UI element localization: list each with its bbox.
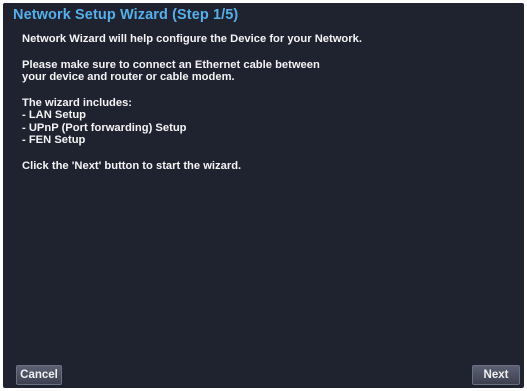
next-button[interactable]: Next [472,365,520,385]
start-hint: Click the 'Next' button to start the wiz… [22,160,510,173]
includes-item-fen: - FEN Setup [22,134,86,146]
dialog-title: Network Setup Wizard (Step 1/5) [13,7,239,23]
cable-notice-line-1: Please make sure to connect an Ethernet … [22,58,320,71]
wizard-dialog: Network Setup Wizard (Step 1/5) Network … [3,3,524,388]
wizard-content: Network Wizard will help configure the D… [22,33,510,172]
includes-section: The wizard includes: - LAN Setup - UPnP … [22,97,510,147]
intro-line: Network Wizard will help configure the D… [22,33,362,45]
intro-text: Network Wizard will help configure the D… [22,33,510,46]
includes-heading: The wizard includes: [22,96,133,109]
cable-notice: Please make sure to connect an Ethernet … [22,59,510,84]
includes-item-upnp: - UPnP (Port forwarding) Setup [22,121,187,134]
cancel-button[interactable]: Cancel [16,365,62,385]
cable-notice-line-2: your device and router or cable modem. [22,71,235,83]
start-hint-line: Click the 'Next' button to start the wiz… [22,159,242,172]
includes-item-lan: - LAN Setup [22,109,87,121]
